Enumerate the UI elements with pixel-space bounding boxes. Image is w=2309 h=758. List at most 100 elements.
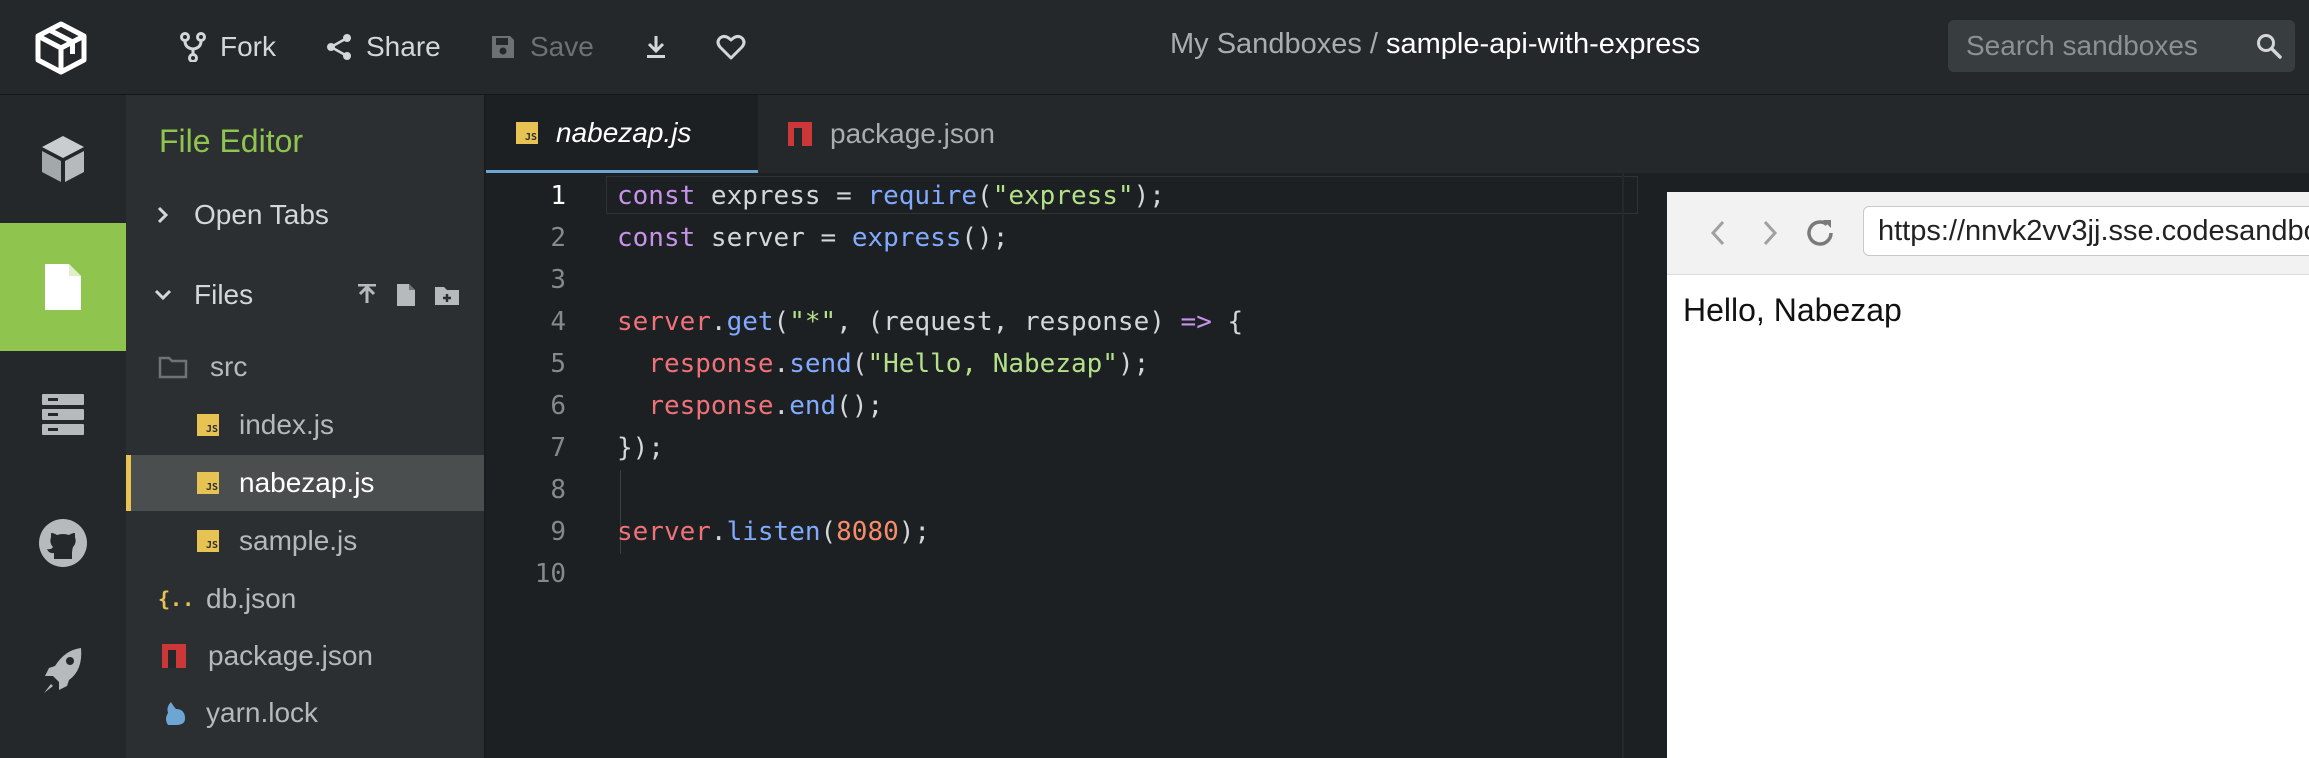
back-button[interactable] — [1699, 214, 1737, 252]
tree-item-nabezap-js[interactable]: JS nabezap.js — [126, 455, 484, 511]
file-explorer-sidebar: File Editor Open Tabs Files src JS index… — [126, 95, 486, 758]
tree-item-index-js[interactable]: JS index.js — [126, 397, 484, 453]
code-line: 10 — [486, 553, 1616, 595]
tab-label: nabezap.js — [556, 116, 692, 148]
file-actions — [356, 283, 460, 307]
code-line: 5 response.send("Hello, Nabezap"); — [486, 343, 1616, 385]
code-editor[interactable]: 1 const express = require("express"); 2 … — [486, 173, 1638, 758]
search-input[interactable] — [1964, 29, 2243, 63]
fork-button[interactable]: Fork — [180, 24, 276, 70]
server-icon — [42, 394, 84, 435]
files-label: Files — [194, 279, 254, 310]
tab-label: package.json — [830, 118, 996, 149]
fork-label: Fork — [220, 31, 276, 62]
download-button[interactable] — [644, 24, 668, 70]
tab-nabezap-js[interactable]: JS nabezap.js — [486, 95, 758, 173]
code-line: 6 response.end(); — [486, 385, 1616, 427]
search-icon — [2257, 34, 2282, 59]
like-button[interactable] — [716, 24, 746, 70]
refresh-button[interactable] — [1801, 214, 1839, 252]
rocket-icon — [44, 648, 82, 693]
new-file-icon[interactable] — [396, 283, 416, 307]
breadcrumb-separator: / — [1369, 28, 1378, 60]
line-number: 9 — [550, 517, 566, 547]
activity-project-info[interactable] — [0, 95, 126, 223]
chevron-left-icon — [1710, 220, 1725, 246]
new-folder-icon[interactable] — [434, 284, 460, 306]
tree-item-src[interactable]: src — [126, 339, 484, 395]
files-section[interactable]: Files — [126, 267, 484, 323]
tree-item-db-json[interactable]: {..} db.json — [126, 571, 484, 627]
open-tabs-label: Open Tabs — [194, 199, 329, 230]
code-line: 2 const server = express(); — [486, 217, 1616, 259]
code-text: response.end(); — [648, 391, 884, 421]
activity-server-control[interactable] — [0, 351, 126, 479]
code-line: 7 }); — [486, 427, 1616, 469]
preview-content: Hello, Nabezap — [1683, 292, 1902, 328]
code-line: 4 server.get("*", (request, response) =>… — [486, 301, 1616, 343]
save-label: Save — [530, 31, 594, 62]
line-number: 2 — [550, 223, 566, 253]
line-number: 5 — [550, 349, 566, 379]
heart-icon — [716, 34, 746, 60]
breadcrumb: My Sandboxes / sample-api-with-express — [1170, 28, 1700, 61]
open-tabs-section[interactable]: Open Tabs — [126, 187, 484, 243]
js-file-icon: JS — [197, 530, 219, 552]
browser-preview: Hello, Nabezap — [1667, 192, 2309, 758]
share-icon — [327, 34, 351, 60]
line-number: 4 — [550, 307, 566, 337]
preview-navbar — [1667, 192, 2309, 275]
activity-github[interactable] — [0, 479, 126, 607]
folder-icon — [158, 356, 188, 379]
editor-tabs: JS nabezap.js package.json — [486, 95, 2309, 173]
chevron-right-icon — [157, 206, 169, 224]
share-button[interactable]: Share — [326, 24, 441, 70]
breadcrumb-parent[interactable]: My Sandboxes — [1170, 28, 1362, 60]
share-label: Share — [366, 31, 441, 62]
js-file-icon: JS — [516, 121, 538, 144]
url-input[interactable] — [1878, 214, 2309, 248]
svg-text:{..}: {..} — [158, 587, 192, 611]
code-line: 9 server.listen(8080); — [486, 511, 1616, 553]
github-icon — [39, 519, 87, 567]
code-text: server.get("*", (request, response) => { — [617, 307, 1244, 337]
line-number: 6 — [550, 391, 566, 421]
line-number: 1 — [550, 181, 566, 211]
code-line: 3 — [486, 259, 1616, 301]
tree-item-yarn-lock[interactable]: yarn.lock — [126, 685, 484, 741]
tab-package-json[interactable]: package.json — [758, 95, 1038, 173]
code-text: }); — [617, 433, 664, 463]
activity-deployment[interactable] — [0, 607, 126, 735]
sidebar-title: File Editor — [159, 123, 304, 159]
save-icon — [492, 36, 514, 58]
chevron-right-icon — [1763, 220, 1778, 246]
tree-item-package-json[interactable]: package.json — [126, 628, 484, 684]
search-box — [1948, 20, 2295, 72]
npm-icon — [788, 122, 812, 146]
fork-icon — [180, 32, 206, 62]
yarn-icon — [166, 702, 186, 725]
tree-item-label: nabezap.js — [239, 467, 375, 498]
save-button[interactable]: Save — [490, 24, 594, 70]
activity-bar — [0, 95, 126, 758]
activity-file-editor[interactable] — [0, 223, 126, 351]
code-text: server.listen(8080); — [617, 517, 931, 547]
codesandbox-logo-icon[interactable] — [33, 20, 89, 76]
js-file-icon: JS — [197, 414, 219, 436]
forward-button[interactable] — [1751, 214, 1789, 252]
json-file-icon: {..} — [158, 587, 192, 611]
split-divider[interactable] — [1622, 173, 1624, 758]
tree-item-label: package.json — [208, 640, 374, 671]
search-button[interactable] — [2243, 33, 2295, 59]
tree-item-label: index.js — [239, 409, 334, 440]
code-text: const server = express(); — [617, 223, 1009, 253]
line-number: 7 — [550, 433, 566, 463]
upload-icon[interactable] — [356, 283, 378, 307]
tree-item-label: yarn.lock — [206, 697, 319, 728]
code-text: const express = require("express"); — [617, 181, 1165, 211]
url-bar — [1863, 206, 2309, 256]
tree-item-sample-js[interactable]: JS sample.js — [126, 513, 484, 569]
sandbox-title[interactable]: sample-api-with-express — [1386, 28, 1700, 60]
line-number: 10 — [534, 559, 566, 589]
tree-item-label: src — [210, 351, 248, 382]
